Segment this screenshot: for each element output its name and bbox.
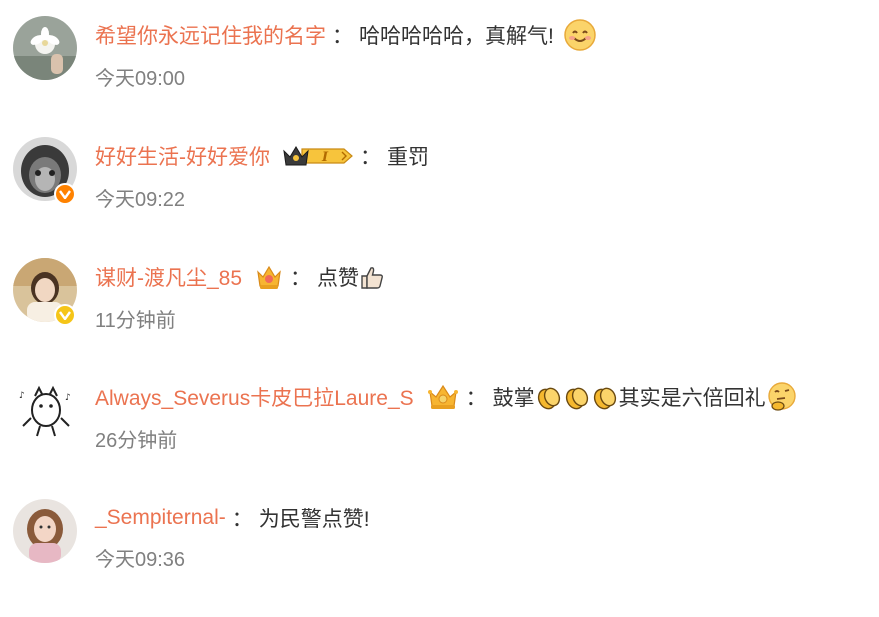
- comment-text: 鼓掌: [492, 387, 535, 410]
- clap-emoji-icon: [535, 383, 563, 411]
- separator: ：: [231, 508, 253, 531]
- timestamp: 今天09:22: [95, 189, 186, 211]
- separator: ：: [465, 387, 487, 410]
- verified-badge-icon: [54, 304, 76, 326]
- clap-emoji-icon: [591, 383, 619, 411]
- separator: ：: [332, 25, 353, 48]
- comment-item: ♪ ♪ Always_Severus卡皮巴拉Laure_S ： 鼓掌 其实是六倍…: [0, 376, 879, 496]
- timestamp: 26分钟前: [95, 430, 178, 452]
- timestamp: 今天09:00: [95, 68, 186, 90]
- avatar[interactable]: [13, 16, 77, 80]
- comment-line: _Sempiternal- ： 为民警点赞!: [95, 501, 370, 535]
- avatar[interactable]: [13, 499, 77, 563]
- comment-item: 希望你永远记住我的名字 ： 哈哈哈哈哈，真解气! 今天09:00: [0, 14, 879, 134]
- thumbs-up-emoji-icon: [359, 264, 385, 290]
- username-link[interactable]: 好好生活-好好爱你: [95, 141, 270, 171]
- clap-emoji-icon: [563, 383, 591, 411]
- thinking-emoji-icon: [766, 381, 798, 413]
- username-link[interactable]: 谋财-渡凡尘_85: [95, 262, 242, 292]
- crown-badge-icon[interactable]: [254, 262, 284, 292]
- timestamp: 今天09:36: [95, 549, 186, 571]
- crown-badge-icon[interactable]: [426, 382, 460, 412]
- comment-line: Always_Severus卡皮巴拉Laure_S ： 鼓掌 其实是六倍回礼: [95, 380, 798, 414]
- comment-item: 好好生活-好好爱你 I ： 重罚 今天09:22: [0, 135, 879, 255]
- separator: ：: [290, 267, 312, 290]
- comment-line: 好好生活-好好爱你 I ： 重罚: [95, 139, 429, 173]
- comment-text: 其实是六倍回礼: [618, 387, 766, 410]
- comment-item: _Sempiternal- ： 为民警点赞! 今天09:36: [0, 497, 879, 617]
- comment-line: 谋财-渡凡尘_85 ： 点赞: [95, 260, 385, 294]
- separator: ：: [360, 146, 381, 169]
- comment-text: 哈哈哈哈哈，真解气!: [359, 25, 554, 48]
- vip-crown-badge-icon[interactable]: I: [282, 143, 354, 169]
- comment-line: 希望你永远记住我的名字 ： 哈哈哈哈哈，真解气!: [95, 18, 596, 52]
- avatar[interactable]: ♪ ♪: [13, 378, 77, 442]
- username-link[interactable]: Always_Severus卡皮巴拉Laure_S: [95, 382, 414, 412]
- comment-text: 重罚: [387, 146, 429, 169]
- comment-text: 点赞: [317, 267, 360, 290]
- svg-text:♪: ♪: [19, 391, 25, 401]
- username-link[interactable]: _Sempiternal-: [95, 506, 226, 530]
- timestamp: 11分钟前: [95, 310, 176, 332]
- verified-badge-icon: [54, 183, 76, 205]
- smile-emoji-icon: [564, 19, 596, 51]
- username-link[interactable]: 希望你永远记住我的名字: [95, 20, 326, 50]
- comment-item: 谋财-渡凡尘_85 ： 点赞 11分钟前: [0, 256, 879, 376]
- comment-text: 为民警点赞!: [258, 508, 370, 531]
- badge-level-text: I: [321, 150, 329, 165]
- svg-text:♪: ♪: [65, 393, 71, 403]
